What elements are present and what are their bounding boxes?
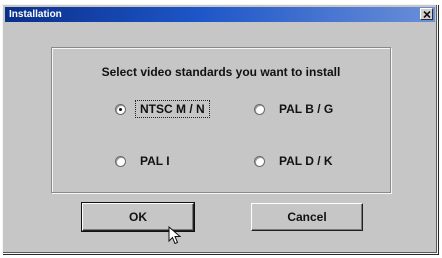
radio-ntsc-mn[interactable]: NTSC M / N bbox=[115, 99, 210, 119]
radio-label-pal-i: PAL I bbox=[140, 154, 170, 168]
cancel-button[interactable]: Cancel bbox=[251, 203, 363, 231]
radio-button-checked[interactable] bbox=[115, 103, 126, 115]
radio-label-pal-bg: PAL B / G bbox=[279, 102, 334, 116]
close-icon bbox=[422, 10, 431, 18]
radio-pal-i[interactable]: PAL I bbox=[115, 151, 174, 171]
radio-pal-bg[interactable]: PAL B / G bbox=[254, 99, 337, 119]
radio-button[interactable] bbox=[254, 103, 265, 115]
prompt-label: Select video standards you want to insta… bbox=[101, 65, 341, 79]
close-button[interactable] bbox=[420, 8, 433, 20]
radio-pal-dk[interactable]: PAL D / K bbox=[254, 151, 337, 171]
title-bar[interactable]: Installation bbox=[5, 7, 435, 22]
installation-dialog: Installation Select video standards you … bbox=[2, 4, 438, 254]
radio-button[interactable] bbox=[115, 155, 126, 167]
window-title: Installation bbox=[9, 9, 62, 20]
radio-label-pal-dk: PAL D / K bbox=[279, 154, 333, 168]
mouse-pointer-icon bbox=[168, 225, 182, 251]
radio-button[interactable] bbox=[254, 155, 265, 167]
radio-label-ntsc-mn: NTSC M / N bbox=[135, 100, 210, 118]
